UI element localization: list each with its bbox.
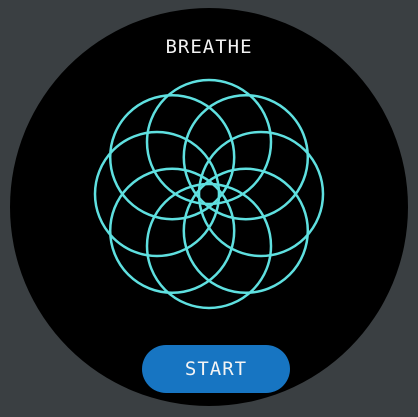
breath-petal (182, 167, 310, 295)
breath-petal (145, 78, 273, 206)
breath-petal (108, 167, 236, 295)
breath-petal (93, 130, 221, 258)
breath-petal (145, 182, 273, 310)
breath-petal (197, 130, 325, 258)
breath-petal (182, 93, 310, 221)
start-button[interactable]: START (142, 345, 290, 393)
breath-petal (108, 93, 236, 221)
watch-screen: BREATHE START (0, 0, 418, 417)
watch-face: BREATHE START (10, 8, 408, 406)
breath-petals (93, 78, 325, 310)
